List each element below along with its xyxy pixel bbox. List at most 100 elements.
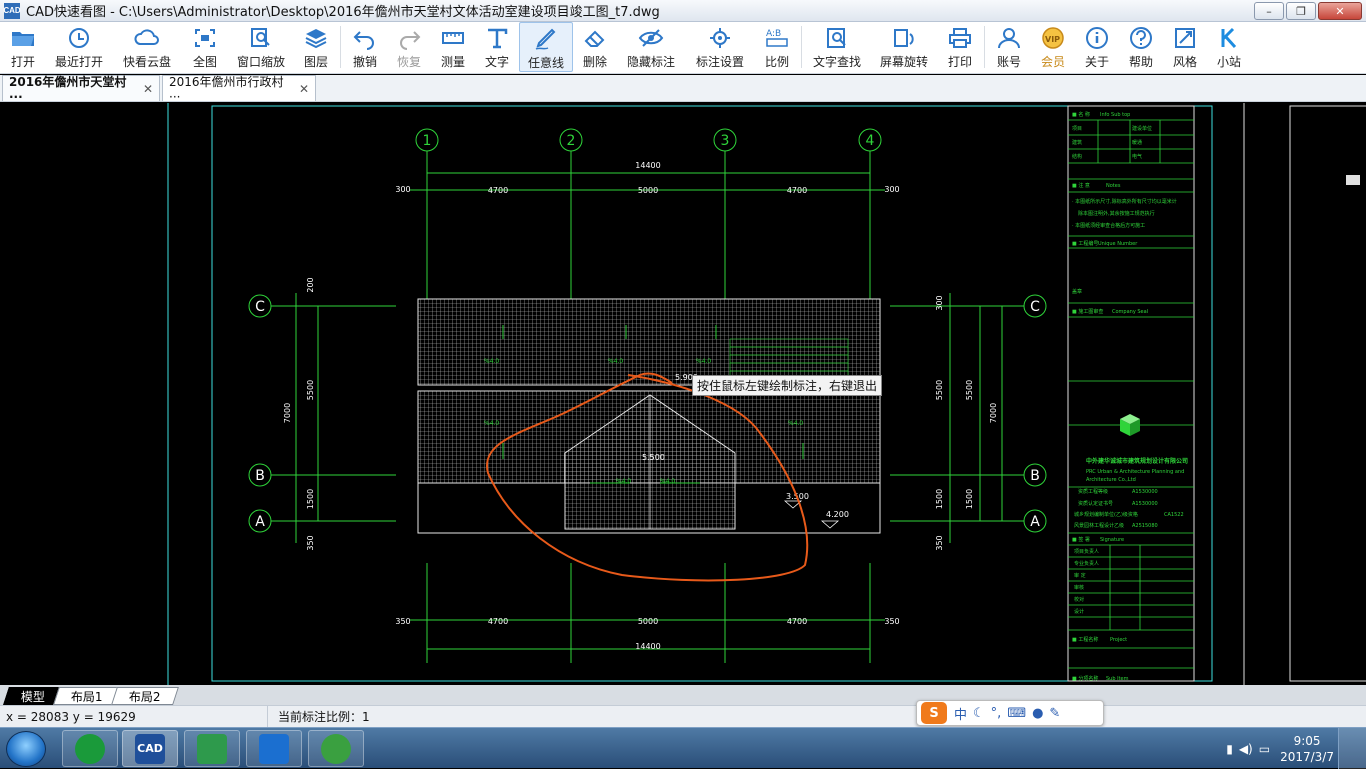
signal-icon[interactable]: ▮: [1226, 742, 1233, 756]
measure-button[interactable]: 测量: [431, 22, 475, 72]
svg-text:VIP: VIP: [1045, 35, 1060, 44]
volume-icon[interactable]: ◀): [1239, 742, 1253, 756]
punctuation-icon[interactable]: °,: [991, 706, 1002, 721]
close-button[interactable]: ✕: [1318, 2, 1362, 20]
zoom-window-button[interactable]: 窗口缩放: [228, 22, 294, 72]
info-icon: [1086, 27, 1108, 49]
annotation-scale-status: 当前标注比例：1: [278, 710, 370, 724]
svg-text:Info Sub top: Info Sub top: [1100, 112, 1130, 118]
eraser-icon: [584, 30, 605, 47]
scale-button[interactable]: A:B 比例: [755, 22, 799, 72]
dimension-text: 7000: [989, 403, 998, 423]
grid-label: A: [1030, 514, 1040, 530]
network-app-icon: [197, 733, 227, 764]
redo-button[interactable]: 恢复: [387, 22, 431, 72]
dimension-text: 14400: [635, 161, 660, 170]
tab-document-1[interactable]: 2016年儋州市天堂村··· ✕: [2, 75, 160, 104]
print-button[interactable]: 打印: [938, 22, 982, 72]
taskbar-cloud-app[interactable]: [62, 730, 118, 767]
svg-text:Sub Item: Sub Item: [1106, 676, 1129, 682]
dimension-text: 5000: [638, 617, 658, 626]
keyboard-icon[interactable]: ⌨: [1007, 706, 1026, 721]
taskbar-remote-app[interactable]: [246, 730, 302, 767]
fit-view-button[interactable]: 全图: [182, 22, 228, 72]
text-button[interactable]: 文字: [475, 22, 519, 72]
svg-text:电气: 电气: [1132, 153, 1142, 160]
dimension-text: 4700: [488, 617, 508, 626]
svg-text:风景园林工程设计乙级: 风景园林工程设计乙级: [1074, 522, 1124, 529]
tab-layout1[interactable]: 布局1: [53, 687, 121, 705]
delete-button[interactable]: 删除: [573, 22, 617, 72]
open-button[interactable]: 打开: [0, 22, 46, 72]
grid-label: 2: [567, 133, 576, 149]
close-tab-icon[interactable]: ✕: [143, 82, 153, 96]
show-desktop-button[interactable]: [1338, 728, 1366, 769]
freehand-line-button[interactable]: 任意线: [519, 22, 573, 72]
help-button[interactable]: 帮助: [1119, 22, 1163, 72]
company-logo-icon: [1120, 414, 1140, 436]
layers-button[interactable]: 图层: [294, 22, 338, 72]
elevation-text: 4.200: [826, 510, 849, 519]
svg-text:■ 注 意: ■ 注 意: [1072, 182, 1090, 189]
vip-button[interactable]: VIP 会员: [1031, 22, 1075, 72]
svg-text:PRC Urban & Architecture Plann: PRC Urban & Architecture Planning and: [1086, 469, 1184, 475]
moon-icon[interactable]: ☾: [973, 706, 985, 721]
svg-text:■ 签 署: ■ 签 署: [1072, 536, 1090, 543]
svg-text:%4.0: %4.0: [484, 358, 499, 365]
browser-app-icon: [321, 733, 351, 764]
svg-text:审 定: 审 定: [1074, 572, 1086, 579]
rotate-screen-button[interactable]: 屏幕旋转: [870, 22, 938, 72]
sogou-logo-icon[interactable]: S: [921, 702, 947, 724]
cloud-app-icon: [75, 733, 105, 764]
cloud-icon: [134, 29, 159, 45]
style-button[interactable]: 风格: [1163, 22, 1207, 72]
svg-text:CA1522: CA1522: [1164, 512, 1184, 518]
user-icon: [998, 28, 1020, 49]
svg-text:城乡规划编制单位(乙)级资格: 城乡规划编制单位(乙)级资格: [1074, 511, 1138, 518]
scale-icon: A:B: [766, 29, 788, 47]
svg-text:资质认定证书号: 资质认定证书号: [1078, 500, 1113, 507]
freehand-pen-icon: [535, 28, 556, 50]
cloud-disk-button[interactable]: 快看云盘: [112, 22, 182, 72]
drawing-canvas[interactable]: ■ 名 称 Info Sub top 项目 建设单位 建筑 暖通 结构 电气 ■ 注 意…: [0, 103, 1366, 685]
close-tab-icon[interactable]: ✕: [299, 82, 309, 96]
text-search-icon: [827, 28, 846, 48]
annotation-tooltip: 按住鼠标左键绘制标注，右键退出: [692, 375, 883, 396]
account-button[interactable]: 账号: [987, 22, 1031, 72]
start-button[interactable]: [6, 731, 46, 767]
system-tray: ▮ ◀) ▭ 9:05 2017/3/7: [1194, 732, 1334, 766]
about-button[interactable]: 关于: [1075, 22, 1119, 72]
dimension-text: 4700: [787, 617, 807, 626]
tools-icon[interactable]: ✎: [1049, 706, 1060, 721]
station-button[interactable]: 小站: [1207, 22, 1251, 72]
recent-open-button[interactable]: 最近打开: [46, 22, 112, 72]
hide-annotation-button[interactable]: 隐藏标注: [617, 22, 685, 72]
minimize-button[interactable]: –: [1254, 2, 1284, 20]
station-icon: [1221, 27, 1237, 49]
text-search-button[interactable]: 文字查找: [804, 22, 870, 72]
tab-document-2[interactable]: 2016年儋州市行政村··· ✕: [162, 75, 316, 104]
svg-text:专业负责人: 专业负责人: [1074, 560, 1099, 567]
tab-layout2[interactable]: 布局2: [110, 687, 179, 705]
ime-toolbar[interactable]: S 中 ☾ °, ⌨ ● ✎: [916, 700, 1104, 726]
svg-text:盖章: 盖章: [1072, 288, 1082, 295]
dimension-text: 5500: [306, 380, 315, 400]
cad-drawing: ■ 名 称 Info Sub top 项目 建设单位 建筑 暖通 结构 电气 ■ 注 意…: [167, 103, 1366, 685]
dimension-text: 350: [306, 535, 315, 550]
svg-text:· 本图纸须经审查合格后方可施工: · 本图纸须经审查合格后方可施工: [1072, 222, 1145, 229]
annotation-settings-button[interactable]: 标注设置: [685, 22, 755, 72]
clock[interactable]: 9:05 2017/3/7: [1280, 733, 1334, 765]
taskbar-cad-app[interactable]: CAD: [122, 730, 178, 767]
taskbar-network-app[interactable]: [184, 730, 240, 767]
ime-mode[interactable]: 中: [954, 704, 967, 723]
battery-icon[interactable]: ▭: [1259, 742, 1270, 756]
dimension-text: 1500: [965, 489, 974, 509]
dimension-text: 5500: [935, 380, 944, 400]
svg-text:Project: Project: [1110, 637, 1127, 643]
dimension-text: 350: [884, 617, 899, 626]
user-icon[interactable]: ●: [1032, 706, 1043, 721]
undo-button[interactable]: 撤销: [343, 22, 387, 72]
dimension-text: 5500: [965, 380, 974, 400]
maximize-button[interactable]: ❐: [1286, 2, 1316, 20]
taskbar-browser-app[interactable]: [308, 730, 364, 767]
